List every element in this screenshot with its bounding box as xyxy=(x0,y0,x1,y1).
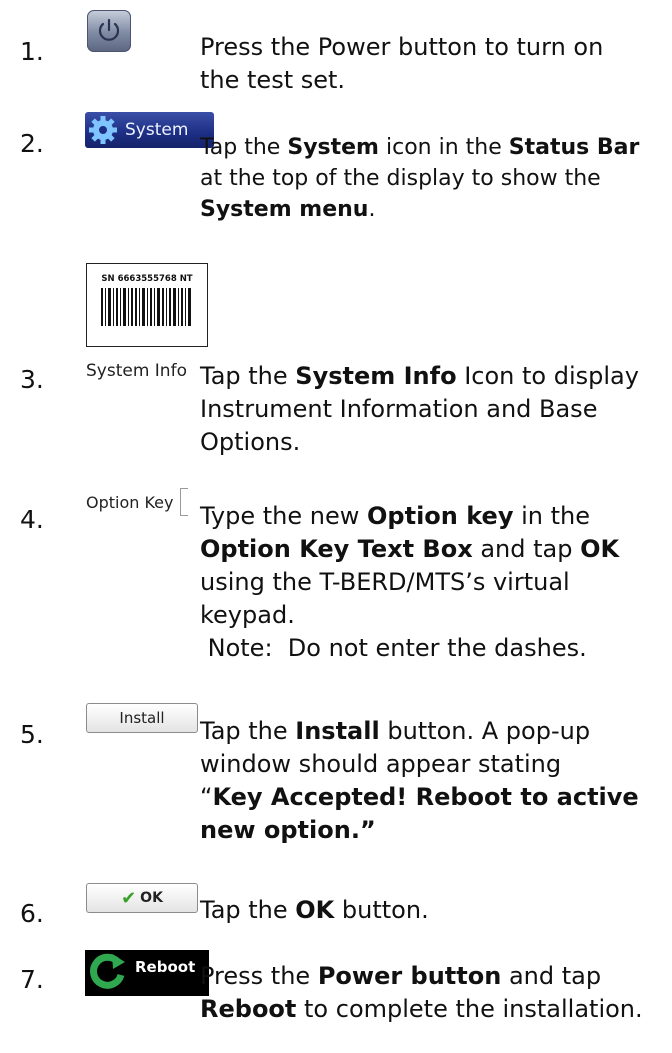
bold-run: Option Key Text Box xyxy=(200,535,473,563)
step-line: Note: Do not enter the dashes. xyxy=(200,634,587,662)
system-button: System xyxy=(85,112,214,148)
step-line: Tap the System icon in the Status Bar xyxy=(200,132,670,163)
power-icon xyxy=(87,10,131,52)
bold-run: Power button xyxy=(317,962,502,990)
step-line: Options. xyxy=(200,428,301,456)
bold-run: Reboot xyxy=(200,995,297,1023)
step-line: “Key Accepted! Reboot to active xyxy=(200,781,670,814)
step-line: the test set. xyxy=(200,66,346,94)
bold-run: Install xyxy=(295,717,380,745)
text-run: Icon to display xyxy=(456,362,639,390)
reboot-label: Reboot xyxy=(135,958,196,976)
text-run: Tap the xyxy=(200,135,288,160)
option-key-text-box xyxy=(179,488,188,516)
step-text: Tap the System Info Icon to display Inst… xyxy=(200,360,670,459)
bold-run: Status Bar xyxy=(508,135,640,160)
step-line: at the top of the display to show the xyxy=(200,166,601,191)
text-run: to complete the installation. xyxy=(296,995,643,1023)
step-number: 6. xyxy=(20,899,44,928)
text-run: . xyxy=(368,197,376,222)
step-line: Instrument Information and Base xyxy=(200,395,598,423)
bold-run: System Info xyxy=(295,362,457,390)
step-line: Press the Power button and tap xyxy=(200,960,670,993)
option-key-field: Option Key xyxy=(86,488,188,516)
step-line: Press the Power button to turn on xyxy=(200,33,604,61)
system-info-label: System Info xyxy=(86,361,187,381)
bold-run: Option key xyxy=(367,502,514,530)
text-run: Type the new xyxy=(200,502,368,530)
text-run: button. A pop-up xyxy=(379,717,591,745)
text-run: and tap xyxy=(472,535,581,563)
step-number: 2. xyxy=(20,129,44,158)
step-line: using the T-BERD/MTS’s virtual xyxy=(200,568,570,596)
option-key-label: Option Key xyxy=(86,492,174,512)
step-number: 1. xyxy=(20,37,44,66)
check-icon: ✔ xyxy=(121,887,137,909)
bold-run: OK xyxy=(295,896,335,924)
ok-button: ✔ OK xyxy=(86,883,198,913)
text-run: Tap the xyxy=(200,717,296,745)
ok-label: OK xyxy=(140,890,163,906)
text-run: Press the xyxy=(200,962,318,990)
text-run: Tap the xyxy=(200,362,296,390)
bold-run: new option.” xyxy=(200,816,376,844)
step-line: new option.” xyxy=(200,814,670,847)
step-number: 3. xyxy=(20,365,44,394)
barcode-serial: SN 6663555768 NT xyxy=(101,274,192,284)
step-line: System menu. xyxy=(200,194,670,225)
bold-run: OK xyxy=(580,535,620,563)
text-run: and tap xyxy=(501,962,602,990)
bold-run: System menu xyxy=(200,197,369,222)
text-run: Tap the xyxy=(200,896,296,924)
text-run: “ xyxy=(200,783,213,811)
step-number: 5. xyxy=(20,720,44,749)
step-text: Tap the System icon in the Status Bar at… xyxy=(200,132,670,225)
step-line: Reboot to complete the installation. xyxy=(200,993,670,1026)
step-line: Type the new Option key in the xyxy=(200,500,670,533)
system-label: System xyxy=(125,120,189,140)
bold-run: Key Accepted! Reboot to active xyxy=(212,783,639,811)
step-line: Tap the Install button. A pop-up xyxy=(200,715,670,748)
text-run: button. xyxy=(334,896,429,924)
text-run: icon in the xyxy=(379,135,509,160)
bold-run: System xyxy=(287,135,379,160)
step-line: Option Key Text Box and tap OK xyxy=(200,533,670,566)
step-text: Press the Power button and tap Reboot to… xyxy=(200,960,670,1026)
gear-icon xyxy=(89,116,117,144)
step-line: Tap the System Info Icon to display xyxy=(200,360,670,393)
step-text: Tap the OK button. xyxy=(200,894,670,927)
barcode-icon: SN 6663555768 NT xyxy=(86,263,208,347)
install-button: Install xyxy=(86,703,198,733)
step-number: 4. xyxy=(20,505,44,534)
step-line: window should appear stating xyxy=(200,750,562,778)
text-run: in the xyxy=(513,502,590,530)
reboot-button: Reboot xyxy=(85,950,209,996)
step-number: 7. xyxy=(20,965,44,994)
step-line: keypad. xyxy=(200,601,295,629)
step-text: Tap the Install button. A pop-up window … xyxy=(200,715,670,847)
step-text: Press the Power button to turn on the te… xyxy=(200,31,670,97)
reboot-icon xyxy=(90,953,125,989)
step-line: Tap the OK button. xyxy=(200,894,670,927)
step-text: Type the new Option key in the Option Ke… xyxy=(200,500,670,665)
